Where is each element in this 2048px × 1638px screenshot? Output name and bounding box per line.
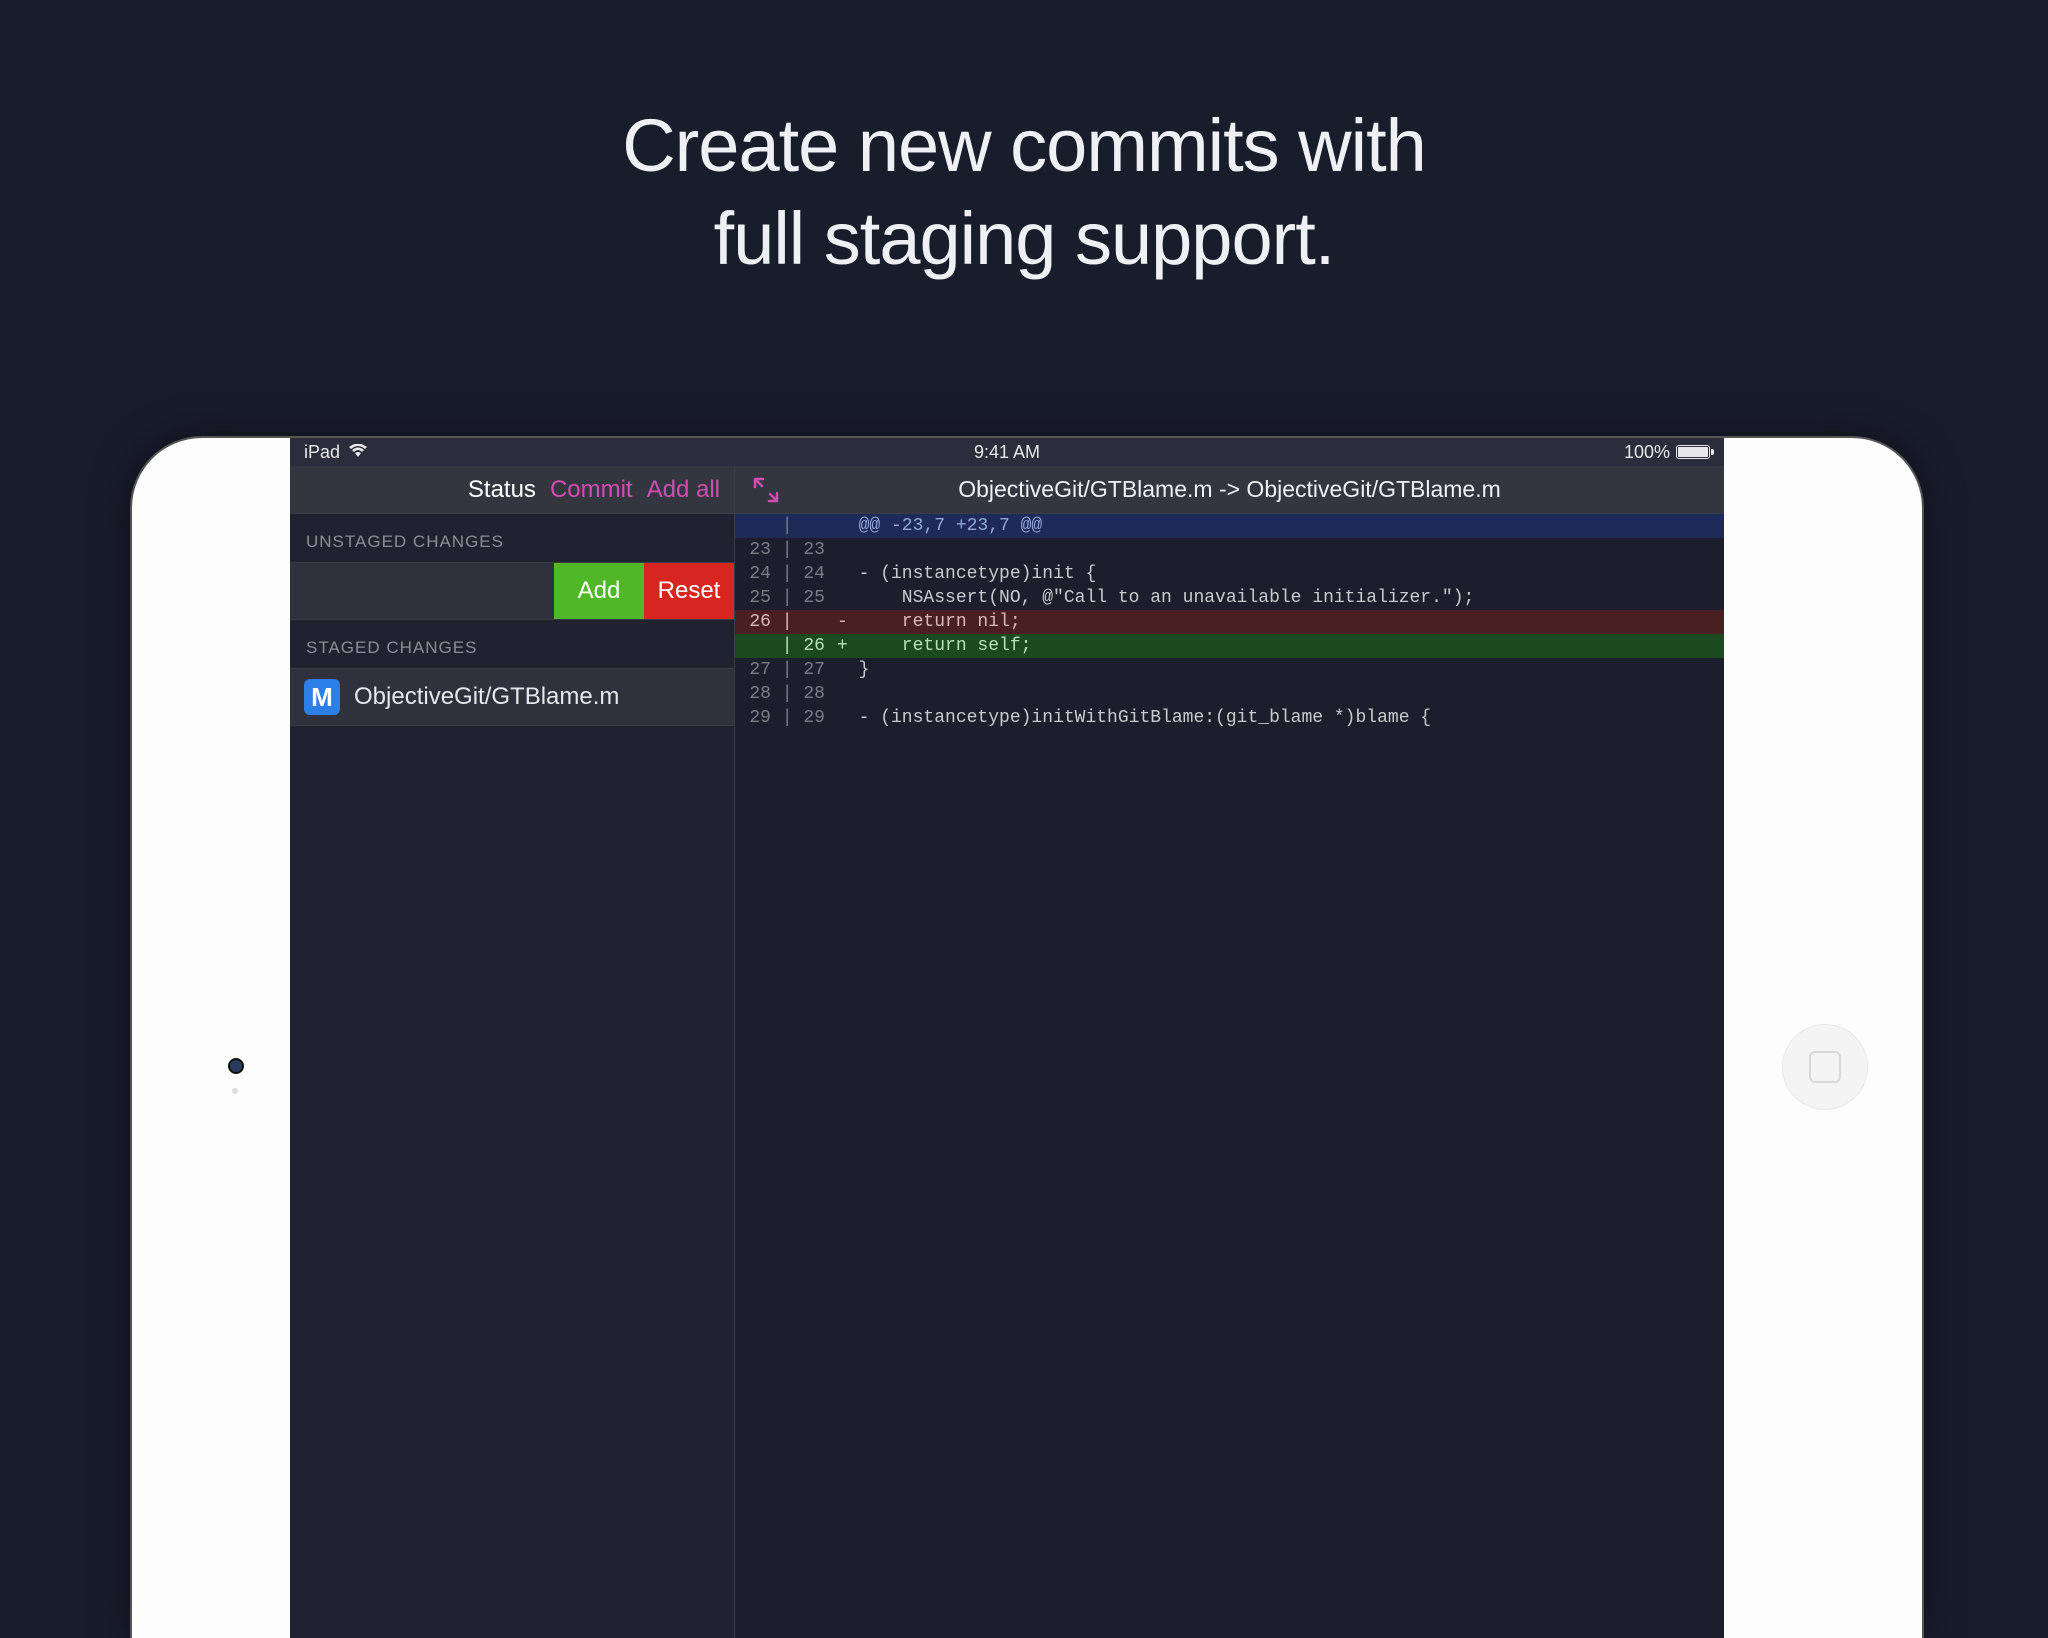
- reset-button[interactable]: Reset: [644, 563, 734, 619]
- add-button[interactable]: Add: [554, 563, 644, 619]
- clock-label: 9:41 AM: [974, 442, 1040, 463]
- tab-status[interactable]: Status: [468, 476, 536, 504]
- staged-file-name: ObjectiveGit/GTBlame.m: [354, 683, 619, 711]
- diff-title: ObjectiveGit/GTBlame.m -> ObjectiveGit/G…: [735, 476, 1724, 503]
- diff-header: ObjectiveGit/GTBlame.m -> ObjectiveGit/G…: [735, 466, 1724, 514]
- unstaged-section-header: UNSTAGED CHANGES: [290, 514, 734, 562]
- code-line: 27 | 27 }: [735, 658, 1724, 682]
- wifi-icon: [348, 442, 368, 463]
- code-line: 24 | 24 - (instancetype)init {: [735, 562, 1724, 586]
- staged-file-row[interactable]: M ObjectiveGit/GTBlame.m: [290, 668, 734, 726]
- headline-line: Create new commits with: [622, 104, 1426, 187]
- tab-commit[interactable]: Commit: [550, 476, 633, 504]
- ipad-frame: iPad 9:41 AM 100% Status Commit Add all …: [132, 438, 1922, 1638]
- battery-pct-label: 100%: [1624, 442, 1670, 463]
- marketing-headline: Create new commits with full staging sup…: [0, 0, 2048, 285]
- camera-icon: [228, 1058, 244, 1074]
- sidebar-tabs: Status Commit Add all: [290, 466, 734, 514]
- carrier-label: iPad: [304, 442, 340, 463]
- battery-icon: [1676, 445, 1710, 459]
- home-button[interactable]: [1782, 1024, 1868, 1110]
- diff-code-view[interactable]: | @@ -23,7 +23,7 @@23 | 23 24 | 24 - (in…: [735, 514, 1724, 730]
- diff-panel: ObjectiveGit/GTBlame.m -> ObjectiveGit/G…: [735, 466, 1724, 1638]
- tab-add-all[interactable]: Add all: [647, 476, 720, 504]
- staged-section-header: STAGED CHANGES: [290, 620, 734, 668]
- unstaged-file-row[interactable]: nd Add Reset: [290, 562, 734, 620]
- sidebar: Status Commit Add all UNSTAGED CHANGES n…: [290, 466, 735, 1638]
- status-bar: iPad 9:41 AM 100%: [290, 438, 1724, 466]
- code-line: 28 | 28: [735, 682, 1724, 706]
- code-line: 26 | - return nil;: [735, 610, 1724, 634]
- code-line: 29 | 29 - (instancetype)initWithGitBlame…: [735, 706, 1724, 730]
- code-line: 25 | 25 NSAssert(NO, @"Call to an unavai…: [735, 586, 1724, 610]
- code-line: | 26+ return self;: [735, 634, 1724, 658]
- app-screen: iPad 9:41 AM 100% Status Commit Add all …: [290, 438, 1724, 1638]
- modified-badge-icon: M: [304, 679, 340, 715]
- code-line: 23 | 23: [735, 538, 1724, 562]
- headline-line: full staging support.: [714, 197, 1335, 280]
- sensor-dot-icon: [232, 1088, 238, 1094]
- code-line: | @@ -23,7 +23,7 @@: [735, 514, 1724, 538]
- expand-icon[interactable]: [753, 477, 779, 503]
